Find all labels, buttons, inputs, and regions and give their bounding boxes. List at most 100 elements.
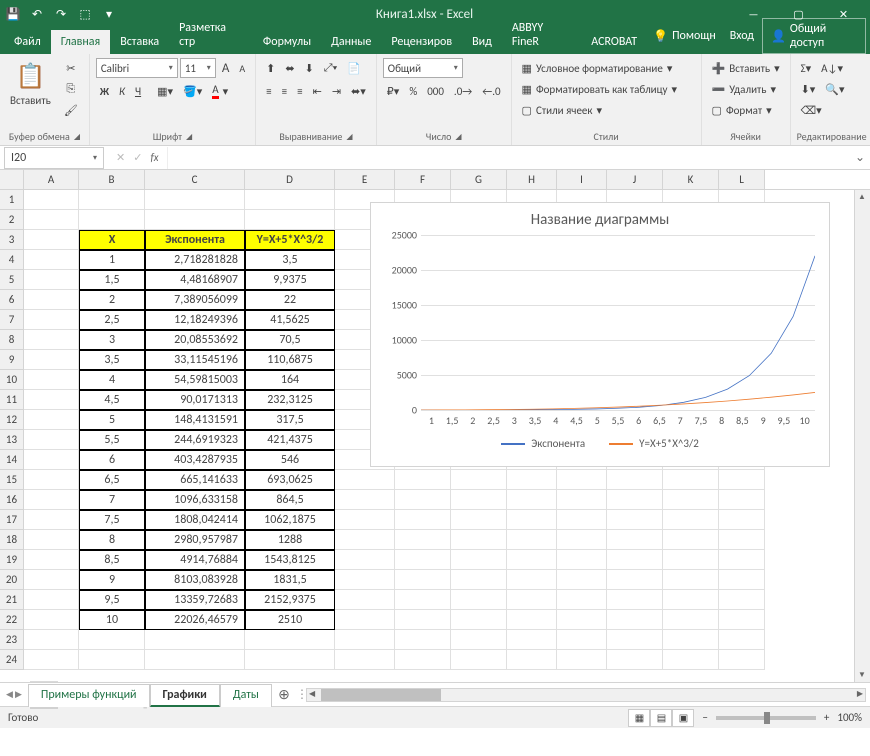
cell[interactable]	[451, 650, 507, 670]
cell[interactable]: 5,5	[79, 430, 145, 450]
cell[interactable]	[663, 590, 719, 610]
cell[interactable]	[395, 470, 451, 490]
decrease-indent-button[interactable]: ⇤	[309, 81, 326, 101]
column-header[interactable]: K	[663, 170, 719, 189]
cell[interactable]: 1	[79, 250, 145, 270]
cell[interactable]: 22	[245, 290, 335, 310]
cell[interactable]	[395, 550, 451, 570]
cell[interactable]: 20,08553692	[145, 330, 245, 350]
cell[interactable]: 693,0625	[245, 470, 335, 490]
cell[interactable]	[507, 530, 557, 550]
number-format-select[interactable]: Общий▾	[383, 58, 463, 78]
font-size-select[interactable]: 11▾	[180, 58, 216, 78]
sheet-tab[interactable]: Примеры функций	[28, 684, 150, 707]
page-break-view-button[interactable]: ▣	[672, 709, 694, 727]
decrease-decimal-button[interactable]: ←.0	[478, 81, 504, 101]
dialog-launcher-icon[interactable]: ◢	[455, 132, 461, 142]
legend-item[interactable]: Y=X+5*X^3/2	[609, 437, 699, 450]
cell[interactable]	[557, 530, 607, 550]
cell[interactable]	[663, 650, 719, 670]
cell[interactable]	[395, 510, 451, 530]
cell[interactable]: 4,5	[79, 390, 145, 410]
fill-button[interactable]: ⬇▾	[797, 79, 820, 99]
cell[interactable]	[607, 550, 663, 570]
cell[interactable]: 13359,72683	[145, 590, 245, 610]
cell[interactable]	[719, 530, 765, 550]
add-sheet-button[interactable]: ⊕	[272, 686, 296, 703]
cell[interactable]: 4,48168907	[145, 270, 245, 290]
row-header[interactable]: 16	[0, 490, 24, 510]
cut-button[interactable]: ✂	[59, 58, 83, 78]
cell[interactable]	[335, 630, 395, 650]
name-box[interactable]: I20▾	[4, 147, 104, 169]
cell[interactable]: 164	[245, 370, 335, 390]
cell[interactable]: 232,3125	[245, 390, 335, 410]
chart[interactable]: Название диаграммы 050001000015000200002…	[370, 202, 830, 467]
insert-function-button[interactable]: fx	[150, 151, 158, 164]
cell[interactable]	[24, 630, 79, 650]
row-header[interactable]: 1	[0, 190, 24, 210]
normal-view-button[interactable]: ▦	[628, 709, 650, 727]
paste-button[interactable]: 📋 Вставить	[6, 58, 55, 109]
row-header[interactable]: 17	[0, 510, 24, 530]
row-header[interactable]: 12	[0, 410, 24, 430]
cell[interactable]: Y=X+5*X^3/2	[245, 230, 335, 250]
cell[interactable]	[24, 370, 79, 390]
cell[interactable]: 90,0171313	[145, 390, 245, 410]
cell[interactable]: 665,141633	[145, 470, 245, 490]
cell[interactable]	[557, 510, 607, 530]
cell[interactable]	[607, 530, 663, 550]
currency-button[interactable]: ₽▾	[383, 81, 404, 101]
cell[interactable]	[79, 210, 145, 230]
insert-cells-button[interactable]: ➕ Вставить ▾	[708, 58, 784, 78]
save-icon[interactable]: 💾	[4, 5, 22, 23]
cell[interactable]	[24, 450, 79, 470]
cell[interactable]	[24, 430, 79, 450]
cell[interactable]: 3,5	[245, 250, 335, 270]
zoom-slider[interactable]	[716, 716, 816, 720]
cell[interactable]	[719, 610, 765, 630]
increase-decimal-button[interactable]: .0→	[450, 81, 476, 101]
align-right-button[interactable]: ≡	[293, 81, 306, 101]
cell[interactable]	[24, 310, 79, 330]
cell[interactable]: 2152,9375	[245, 590, 335, 610]
row-header[interactable]: 4	[0, 250, 24, 270]
dialog-launcher-icon[interactable]: ◢	[74, 132, 80, 142]
cell[interactable]: 421,4375	[245, 430, 335, 450]
cell[interactable]: 5	[79, 410, 145, 430]
cell[interactable]	[719, 570, 765, 590]
vertical-scrollbar[interactable]	[854, 190, 870, 682]
cell[interactable]	[663, 490, 719, 510]
login-button[interactable]: Вход	[724, 26, 760, 46]
cell[interactable]	[24, 190, 79, 210]
cell[interactable]	[24, 230, 79, 250]
cell[interactable]: X	[79, 230, 145, 250]
font-color-button[interactable]: A▾	[208, 81, 232, 101]
tab-главная[interactable]: Главная	[51, 30, 110, 54]
cell[interactable]: 1,5	[79, 270, 145, 290]
cell[interactable]	[607, 510, 663, 530]
row-header[interactable]: 10	[0, 370, 24, 390]
row-header[interactable]: 8	[0, 330, 24, 350]
expand-formula-bar-button[interactable]: ⌄	[850, 150, 870, 165]
cell[interactable]	[451, 630, 507, 650]
cell[interactable]	[557, 610, 607, 630]
cell[interactable]	[335, 650, 395, 670]
cell[interactable]	[607, 570, 663, 590]
cell[interactable]	[24, 350, 79, 370]
zoom-out-button[interactable]: −	[702, 711, 707, 724]
bold-button[interactable]: Ж	[96, 81, 113, 101]
cell[interactable]: 2510	[245, 610, 335, 630]
cell[interactable]: 1831,5	[245, 570, 335, 590]
column-header[interactable]: G	[451, 170, 507, 189]
cell[interactable]: 546	[245, 450, 335, 470]
column-header[interactable]: D	[245, 170, 335, 189]
cell[interactable]: 12,18249396	[145, 310, 245, 330]
cell[interactable]	[719, 490, 765, 510]
cell[interactable]	[395, 650, 451, 670]
cell[interactable]	[451, 530, 507, 550]
cell[interactable]	[663, 530, 719, 550]
italic-button[interactable]: К	[115, 81, 129, 101]
cell[interactable]: 2,718281828	[145, 250, 245, 270]
cell[interactable]: 3,5	[79, 350, 145, 370]
